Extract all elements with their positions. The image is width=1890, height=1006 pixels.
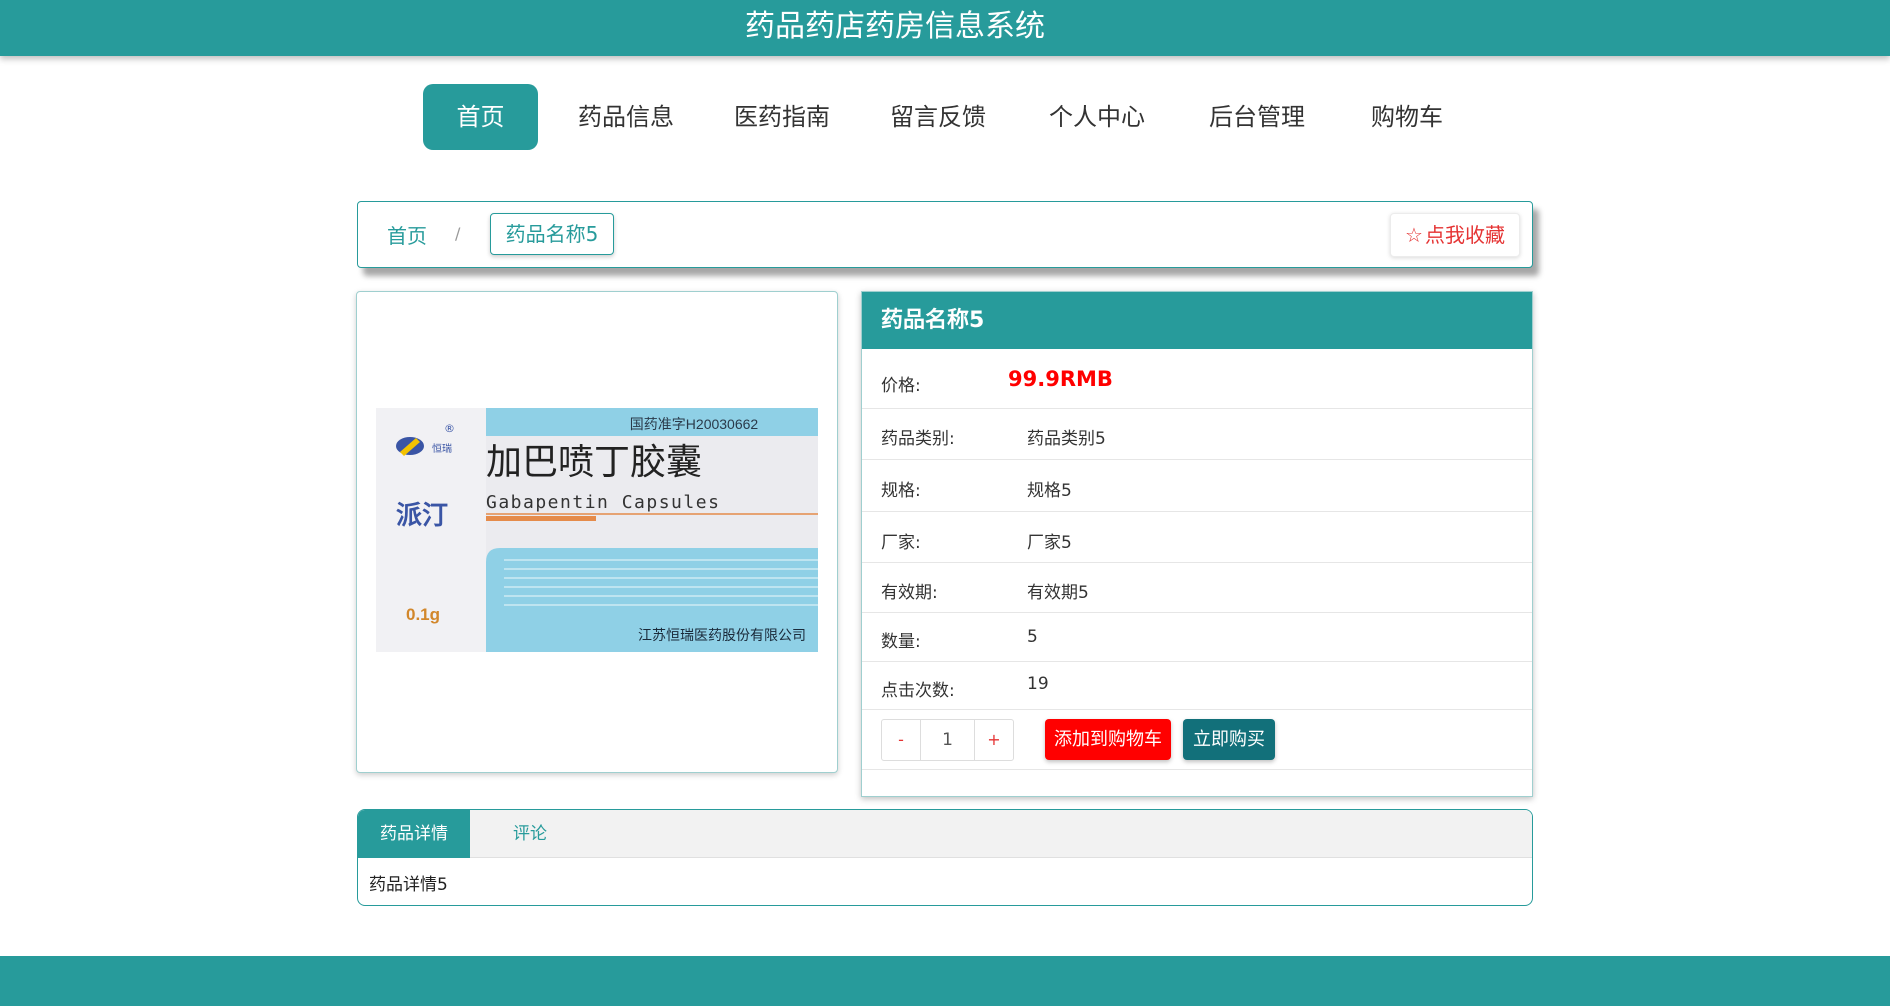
site-title: 药品药店药房信息系统 bbox=[745, 9, 1045, 44]
add-to-cart-button[interactable]: 添加到购物车 bbox=[1045, 719, 1171, 760]
tab-bar: 药品详情 评论 bbox=[358, 810, 1532, 858]
field-row-spec: 规格: 规格5 bbox=[862, 460, 1532, 512]
product-title: 药品名称5 bbox=[862, 292, 1532, 349]
field-row-category: 药品类别: 药品类别5 bbox=[862, 409, 1532, 460]
quantity-input[interactable]: 1 bbox=[920, 720, 975, 760]
registered-mark: ® bbox=[444, 422, 455, 435]
field-row-clicks: 点击次数: 19 bbox=[862, 662, 1532, 710]
field-label: 药品类别: bbox=[881, 429, 955, 449]
main-nav: 首页 药品信息 医药指南 留言反馈 个人中心 后台管理 购物车 bbox=[0, 84, 1890, 150]
buy-now-button[interactable]: 立即购买 bbox=[1183, 719, 1275, 760]
field-value: 有效期5 bbox=[1027, 583, 1089, 603]
field-row-quantity: 数量: 5 bbox=[862, 613, 1532, 662]
breadcrumb-separator: / bbox=[455, 224, 461, 243]
product-info-panel: 药品名称5 价格: 99.9RMB 药品类别: 药品类别5 规格: 规格5 厂家… bbox=[861, 291, 1533, 797]
field-value: 5 bbox=[1027, 627, 1038, 647]
field-label: 规格: bbox=[881, 481, 921, 501]
field-value: 规格5 bbox=[1027, 481, 1072, 501]
manufacturer-label: 江苏恒瑞医药股份有限公司 bbox=[638, 628, 806, 644]
tab-content: 药品详情5 bbox=[369, 875, 448, 895]
field-label: 数量: bbox=[881, 632, 921, 652]
brand-mark: 恒瑞 bbox=[432, 442, 452, 455]
detail-tabs: 药品详情 评论 药品详情5 bbox=[357, 809, 1533, 906]
tab-drug-details[interactable]: 药品详情 bbox=[358, 810, 470, 858]
nav-item-cart[interactable]: 购物车 bbox=[1357, 84, 1457, 150]
drug-name-en: Gabapentin Capsules bbox=[486, 492, 720, 513]
breadcrumb-current: 药品名称5 bbox=[490, 213, 614, 255]
field-label: 厂家: bbox=[881, 533, 921, 553]
quantity-decrement-button[interactable]: - bbox=[882, 720, 920, 760]
breadcrumb: 首页 / 药品名称5 ☆ 点我收藏 bbox=[357, 201, 1533, 268]
drug-name-cn: 加巴喷丁胶囊 bbox=[486, 442, 702, 483]
nav-item-medical-guide[interactable]: 医药指南 bbox=[722, 84, 842, 150]
quantity-stepper: - 1 + bbox=[881, 719, 1014, 761]
breadcrumb-home-link[interactable]: 首页 bbox=[387, 220, 427, 249]
price-value: 99.9RMB bbox=[1008, 367, 1113, 391]
field-value: 药品类别5 bbox=[1027, 429, 1106, 449]
favorite-label: 点我收藏 bbox=[1424, 223, 1505, 247]
favorite-button[interactable]: ☆ 点我收藏 bbox=[1390, 213, 1520, 257]
nav-item-home[interactable]: 首页 bbox=[423, 84, 538, 150]
star-outline-icon: ☆ bbox=[1405, 223, 1423, 247]
price-label: 价格: bbox=[881, 376, 921, 396]
dosage-label: 0.1g bbox=[406, 605, 440, 624]
nav-item-admin[interactable]: 后台管理 bbox=[1197, 84, 1317, 150]
field-label: 点击次数: bbox=[881, 681, 955, 701]
field-label: 有效期: bbox=[881, 583, 938, 603]
footer-bar bbox=[0, 956, 1890, 1006]
product-image: 国药准字H20030662 恒瑞 ® 派汀 0.1g 加巴喷丁胶囊 Gabape… bbox=[376, 408, 818, 652]
field-value: 厂家5 bbox=[1027, 533, 1072, 553]
tab-comments[interactable]: 评论 bbox=[470, 810, 590, 858]
brand-name: 派汀 bbox=[396, 501, 448, 531]
top-header-bar: 药品药店药房信息系统 bbox=[0, 0, 1890, 56]
nav-item-drug-info[interactable]: 药品信息 bbox=[566, 84, 686, 150]
quantity-increment-button[interactable]: + bbox=[975, 720, 1013, 760]
price-row: 价格: 99.9RMB bbox=[862, 349, 1532, 409]
field-value: 19 bbox=[1027, 674, 1049, 694]
approval-number: 国药准字H20030662 bbox=[630, 416, 759, 432]
field-row-expiry: 有效期: 有效期5 bbox=[862, 563, 1532, 613]
nav-item-personal-center[interactable]: 个人中心 bbox=[1037, 84, 1157, 150]
product-image-panel: 国药准字H20030662 恒瑞 ® 派汀 0.1g 加巴喷丁胶囊 Gabape… bbox=[356, 291, 838, 773]
field-row-manufacturer: 厂家: 厂家5 bbox=[862, 512, 1532, 563]
package-orange-bar bbox=[486, 516, 596, 521]
nav-item-feedback[interactable]: 留言反馈 bbox=[878, 84, 998, 150]
purchase-actions-row: - 1 + 添加到购物车 立即购买 bbox=[862, 710, 1532, 770]
